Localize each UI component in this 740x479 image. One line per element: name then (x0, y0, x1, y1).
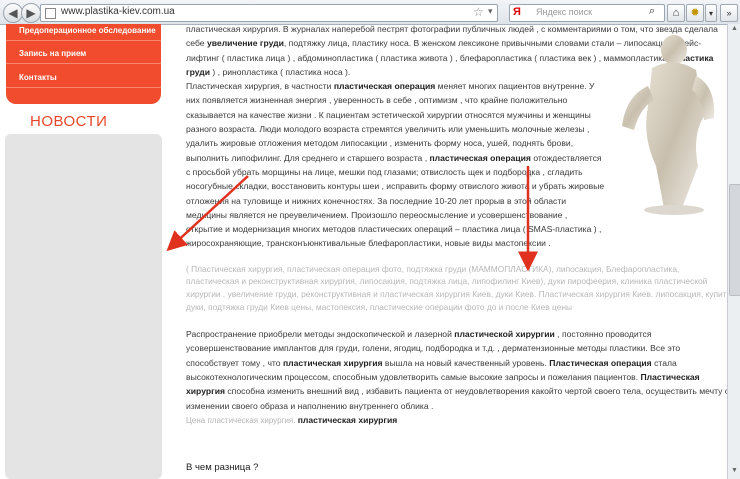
history-dropdown-icon[interactable]: ▾ (488, 6, 493, 17)
vertical-scrollbar[interactable]: ▲ ▼ (727, 24, 740, 479)
text-run: Пластическая хирургия, в частности (186, 81, 334, 92)
menu-item-contacts[interactable]: Контакты (19, 73, 57, 82)
section-heading: В чем разница ? (186, 462, 259, 473)
gear-icon: ✹ (690, 7, 700, 19)
sidebar-menu: Предоперационное обследование Запись на … (6, 24, 161, 104)
search-icon[interactable]: ⌕ (649, 5, 655, 18)
search-placeholder: Яндекс поиск (536, 7, 593, 17)
scrollbar-thumb[interactable] (729, 184, 740, 296)
address-url[interactable]: www.plastika-kiev.com.ua (61, 6, 175, 17)
scroll-up-icon[interactable]: ▲ (729, 25, 740, 36)
menu-item-preop-exam[interactable]: Предоперационное обследование (19, 26, 156, 35)
menu-button[interactable]: » (720, 4, 738, 22)
seo-tags-block: ( Пластическая хирургия, пластическая оп… (186, 263, 731, 312)
scroll-down-icon[interactable]: ▼ (729, 467, 740, 478)
text-run: отождествляется с просьбой убрать морщин… (186, 152, 605, 249)
yandex-logo-icon[interactable]: Я (513, 6, 521, 18)
menu-divider (6, 87, 161, 88)
home-icon: ⌂ (672, 7, 680, 19)
home-button[interactable]: ⌂ (667, 4, 685, 22)
text-run: пластическая хирургия. (207, 415, 298, 425)
address-bar[interactable]: www.plastika-kiev.com.ua ☆ ▾ (40, 4, 498, 22)
news-heading: НОВОСТИ (30, 113, 108, 130)
bold-keyword: пластической хирургии (454, 329, 555, 340)
forward-button[interactable]: ▶ (21, 3, 41, 23)
text-run: Распространение приобрели методы эндоско… (186, 329, 455, 340)
menu-divider (6, 63, 161, 64)
bold-keyword: пластическая хирургия (282, 357, 383, 368)
forward-arrow-icon: ▶ (26, 6, 36, 20)
article-paragraph: Распространение приобрели методы эндоско… (186, 327, 731, 413)
text-run: меняет многих пациентов внутренне. У них… (186, 81, 595, 163)
bold-keyword: пластическая операция (429, 152, 531, 163)
text-run: вышла на новый качественный уровень. (382, 357, 550, 368)
bold-keyword: пластическая хирургия (297, 414, 398, 425)
text-run: Цена (186, 415, 208, 425)
bookmark-star-icon[interactable]: ☆ (473, 5, 484, 19)
addon-button[interactable]: ✹ (686, 4, 704, 22)
bold-keyword: увеличение груди (206, 38, 284, 49)
news-panel (5, 134, 162, 479)
addon-dropdown[interactable]: ▾ (705, 4, 717, 22)
search-bar[interactable]: Я Яндекс поиск ⌕ (509, 4, 665, 22)
bold-keyword: Пластическая операция (549, 357, 652, 368)
menu-item-appointment[interactable]: Запись на прием (19, 49, 86, 58)
back-arrow-icon: ◀ (8, 6, 18, 20)
page-favicon-icon (45, 8, 56, 19)
bold-keyword: пластическая операция (333, 81, 436, 92)
statue-image (622, 35, 715, 215)
price-line: Цена пластическая хирургия. пластическая… (186, 413, 736, 428)
menu-divider (6, 40, 161, 41)
text-run: ) , ринопластика ( пластика носа ). (210, 66, 351, 77)
chevron-down-icon: ▾ (708, 9, 713, 18)
text-run: способна изменить внешний вид , избавить… (186, 386, 730, 411)
menu-icon: » (726, 8, 732, 18)
back-button[interactable]: ◀ (3, 3, 23, 23)
article-paragraph: Пластическая хирургия, в частности пласт… (186, 79, 606, 251)
